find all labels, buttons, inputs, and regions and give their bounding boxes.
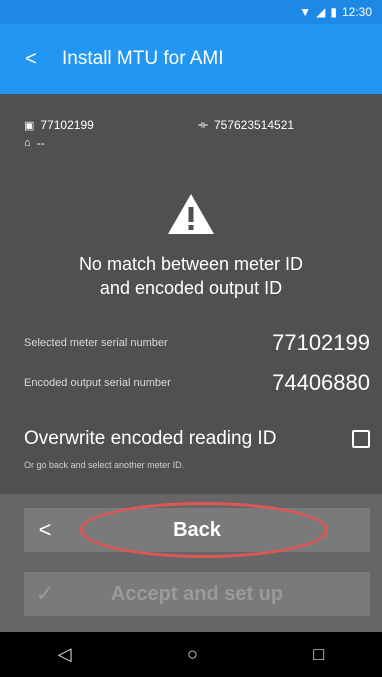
encoded-serial-value: 74406880 — [272, 370, 370, 395]
chevron-left-icon: < — [38, 517, 52, 542]
nav-recents-icon[interactable]: □ — [313, 644, 324, 665]
status-time: 12:30 — [341, 5, 372, 19]
address-row: ⌂ -- — [24, 136, 45, 150]
status-bar: ▼ ◢ ▮ 12:30 — [0, 0, 382, 24]
accept-setup-button[interactable]: ✓ Accept and set up — [24, 572, 370, 616]
meter-serial-row: ▣ 77102199 — [24, 118, 94, 132]
main-content: ▣ 77102199 ⟛ 757623514521 ⌂ -- No match … — [0, 94, 382, 494]
meter-icon: ▣ — [24, 119, 35, 132]
system-nav-bar: ◁ ○ □ — [0, 632, 382, 677]
signal-icon: ◢ — [316, 5, 326, 19]
battery-icon: ▮ — [330, 5, 337, 19]
overwrite-label: Overwrite encoded reading ID — [24, 428, 277, 449]
overwrite-hint: Or go back and select another meter ID. — [24, 460, 185, 470]
address-value: -- — [36, 136, 45, 150]
home-icon: ⌂ — [24, 137, 31, 149]
action-panel: < Back ✓ Accept and set up — [0, 494, 382, 632]
alert-message-line2: and encoded output ID — [99, 278, 283, 298]
back-button-label: Back — [173, 518, 221, 541]
overwrite-checkbox[interactable] — [352, 430, 370, 448]
wifi-icon: ▼ — [299, 5, 312, 19]
encoded-serial-label: Encoded output serial number — [24, 377, 171, 389]
port-icon: ⟛ — [198, 118, 208, 131]
meter-serial: 77102199 — [40, 118, 94, 132]
nav-back-icon[interactable]: ◁ — [58, 644, 72, 665]
port-id: 757623514521 — [213, 118, 295, 132]
back-button[interactable]: < Back — [24, 508, 370, 552]
warning-icon — [168, 194, 214, 234]
selected-serial-label: Selected meter serial number — [24, 337, 168, 349]
alert-message: No match between meter ID and encoded ou… — [20, 252, 362, 300]
check-icon: ✓ — [35, 581, 55, 606]
back-arrow-icon[interactable]: < — [0, 24, 62, 94]
page-title: Install MTU for AMI — [62, 48, 224, 69]
selected-serial-row: Selected meter serial number 77102199 — [24, 330, 370, 356]
selected-serial-value: 77102199 — [272, 330, 370, 355]
alert-message-line1: No match between meter ID — [78, 254, 304, 274]
port-id-row: ⟛ 757623514521 — [198, 118, 294, 132]
overwrite-row: Overwrite encoded reading ID — [24, 428, 370, 450]
encoded-serial-row: Encoded output serial number 74406880 — [24, 370, 370, 396]
accept-button-label: Accept and set up — [110, 582, 284, 605]
nav-home-icon[interactable]: ○ — [187, 644, 198, 665]
app-bar: < Install MTU for AMI — [0, 24, 382, 94]
